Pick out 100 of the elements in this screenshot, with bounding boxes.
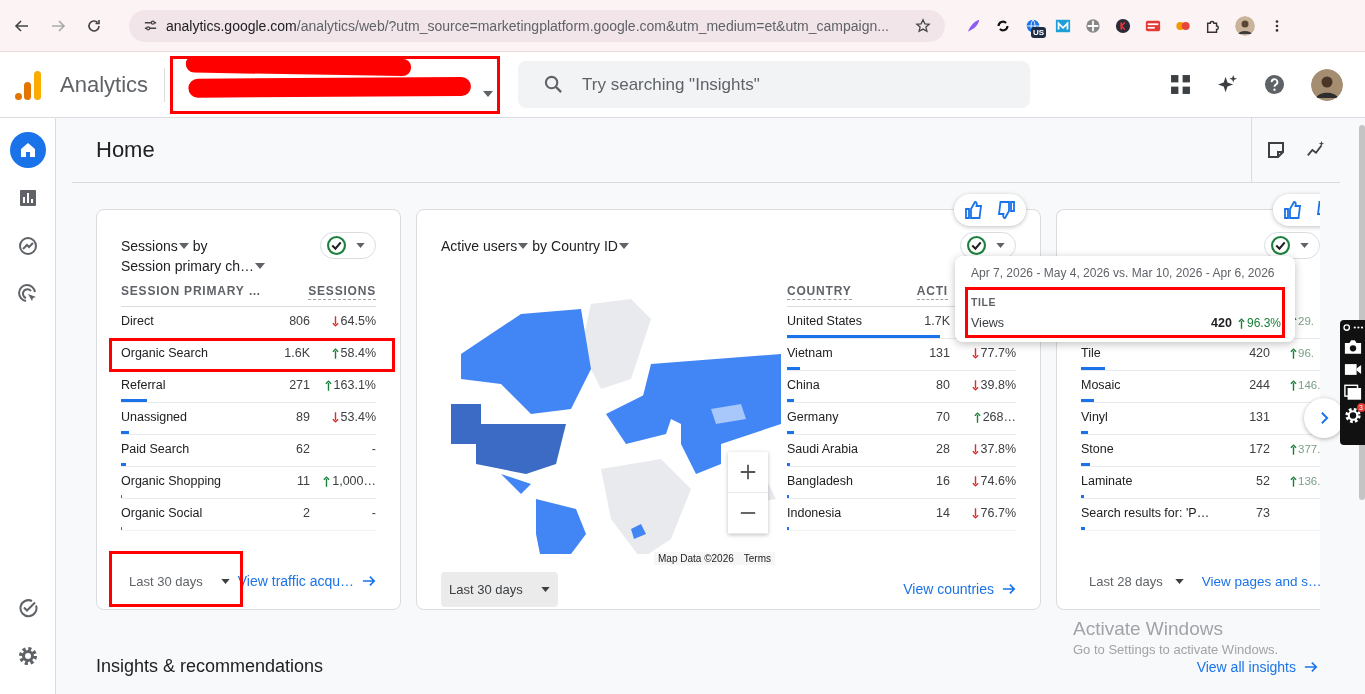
table-cell: 62 <box>296 442 310 456</box>
view-link[interactable]: View pages and s… <box>1201 573 1320 589</box>
table-cell: Search results for: 'P… <box>1081 506 1210 520</box>
address-bar[interactable]: analytics.google.com/analytics/web/?utm_source=marketingplatform.google.com&utm_medium=et&utm_campaign... <box>129 9 945 42</box>
check-circle-icon <box>327 236 346 255</box>
table-cell: 11 <box>297 474 310 488</box>
table-cell: 89 <box>296 410 310 424</box>
title-joiner: by <box>192 237 208 256</box>
reload-icon[interactable] <box>86 17 102 34</box>
star-icon[interactable] <box>915 17 931 34</box>
change-value: 163.1% <box>333 378 376 392</box>
target-cursor-icon <box>17 284 38 304</box>
table-cell: 73 <box>1256 506 1270 520</box>
change-value: 39.8% <box>980 378 1016 392</box>
table-cell: 806 <box>289 314 310 328</box>
note-icon[interactable] <box>1266 140 1286 160</box>
table-cell: 16 <box>936 474 950 488</box>
metric-dropdown[interactable]: Active users <box>441 236 529 256</box>
change-value: 29. <box>1298 315 1314 327</box>
column-header[interactable]: COUNTRY <box>787 284 852 300</box>
change-value: - <box>371 506 376 520</box>
check-circle-icon <box>17 598 38 618</box>
table-cell: Saudi Arabia <box>787 442 858 456</box>
settings-icon <box>17 646 38 666</box>
search-field[interactable]: Try searching "Insights" <box>518 61 1031 108</box>
table-cell: Organic Social <box>121 506 203 520</box>
change-value: 76.7% <box>980 506 1016 520</box>
table-cell: Referral <box>121 378 166 392</box>
site-settings-icon[interactable] <box>143 18 158 33</box>
camera-icon[interactable] <box>1343 338 1362 355</box>
help-icon[interactable] <box>1264 74 1286 95</box>
date-range-dropdown[interactable]: Last 30 days <box>121 564 238 598</box>
change-value: 136. <box>1298 475 1320 487</box>
caret-icon <box>618 243 629 249</box>
thumbs-up-icon[interactable] <box>964 200 984 220</box>
metric-name: Views <box>971 316 1006 330</box>
caret-icon <box>540 586 550 592</box>
caret-icon <box>1300 243 1309 248</box>
sparkle-icon[interactable] <box>1217 74 1239 95</box>
caret-icon <box>996 243 1005 248</box>
back-icon[interactable] <box>14 17 30 34</box>
table-cell: 420 <box>1249 346 1270 360</box>
caret-icon <box>255 263 266 269</box>
table-cell: Mosaic <box>1081 378 1121 392</box>
arrow-right-icon[interactable] <box>1304 659 1318 674</box>
column-header[interactable]: SESSIONS <box>308 284 376 300</box>
thumbs-up-icon[interactable] <box>1283 200 1303 220</box>
dimension-dropdown[interactable]: Session primary ch… <box>121 256 266 276</box>
caret-icon <box>518 243 529 249</box>
change-value: 1,000… <box>332 474 376 488</box>
date-comparison: Apr 7, 2026 - May 4, 2026 vs. Mar 10, 2026 - Apr 6, 2026 <box>971 266 1276 280</box>
table-cell: United States <box>787 314 863 328</box>
change-value: 53.4% <box>340 410 376 424</box>
change-value: 64.5% <box>340 314 376 328</box>
video-camera-icon[interactable] <box>1343 361 1362 378</box>
analytics-logo-icon <box>14 68 42 101</box>
table-cell: 131 <box>929 346 950 360</box>
avatar[interactable] <box>1311 68 1344 101</box>
extension-badge: US <box>1031 26 1047 38</box>
table-cell: Laminate <box>1081 474 1133 488</box>
thumbs-down-icon[interactable] <box>996 200 1016 220</box>
metric-dropdown[interactable]: Sessions <box>121 236 189 256</box>
settings-icon[interactable] <box>1343 407 1362 424</box>
view-all-link[interactable]: View all insights <box>1196 658 1296 675</box>
nav-item[interactable] <box>9 132 46 168</box>
column-header[interactable]: ACTI <box>916 284 948 300</box>
caret-icon <box>178 243 189 249</box>
arrow-right-icon[interactable] <box>1002 582 1016 596</box>
change-value: 58.4% <box>340 346 376 360</box>
table-cell: Organic Shopping <box>121 474 222 488</box>
change-value: 77.7% <box>980 346 1016 360</box>
terms-link[interactable]: Terms <box>743 553 771 564</box>
arrow-right-icon[interactable] <box>362 574 376 588</box>
table-cell: 52 <box>1256 474 1270 488</box>
dimension-dropdown[interactable]: Country ID <box>551 236 629 256</box>
table-cell: 1.7K <box>924 314 950 328</box>
apps-grid-icon[interactable] <box>1170 74 1192 95</box>
avatar[interactable] <box>1235 15 1255 36</box>
check-circle-icon <box>1271 236 1290 255</box>
table-cell: Bangladesh <box>787 474 854 488</box>
table-cell: Indonesia <box>787 506 842 520</box>
change-value: 74.6% <box>980 474 1016 488</box>
table-cell: Paid Search <box>121 442 190 456</box>
trend-circle-icon <box>17 236 38 256</box>
link-dots-icon[interactable] <box>1342 323 1363 332</box>
k-logo-icon[interactable] <box>1115 17 1131 34</box>
change-value: 377. <box>1298 443 1320 455</box>
view-link[interactable]: View countries <box>903 581 994 597</box>
table-cell: 2 <box>303 506 310 520</box>
m-logo-icon[interactable] <box>1055 17 1071 34</box>
metric-value: 420 <box>1211 316 1232 330</box>
table-cell: Stone <box>1081 442 1114 456</box>
windows-icon[interactable] <box>1343 384 1362 401</box>
change-value: 146. <box>1298 379 1320 391</box>
date-range-dropdown[interactable]: Last 28 days <box>1081 564 1192 598</box>
date-range-dropdown[interactable]: Last 30 days <box>441 571 558 607</box>
table-cell: 131 <box>1249 410 1270 424</box>
caret-icon[interactable] <box>483 90 494 97</box>
column-header[interactable]: SESSION PRIMARY … <box>121 284 262 306</box>
chevron-right-icon <box>1319 411 1329 425</box>
